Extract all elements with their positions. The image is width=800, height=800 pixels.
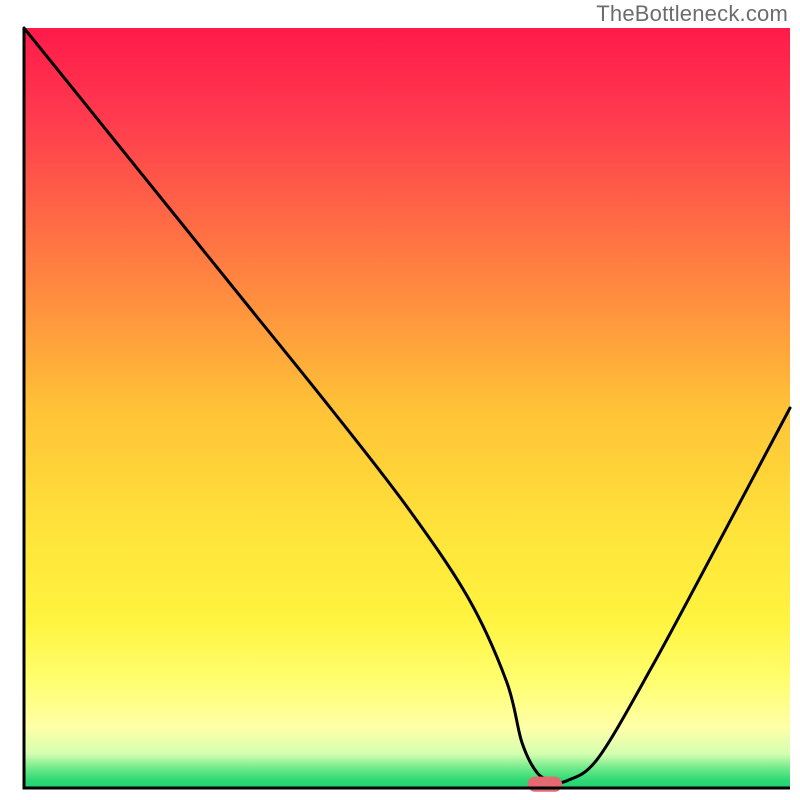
optimal-marker [528, 777, 562, 792]
chart-container: TheBottleneck.com [0, 0, 800, 800]
gradient-background [24, 28, 790, 788]
bottleneck-chart [0, 0, 800, 800]
